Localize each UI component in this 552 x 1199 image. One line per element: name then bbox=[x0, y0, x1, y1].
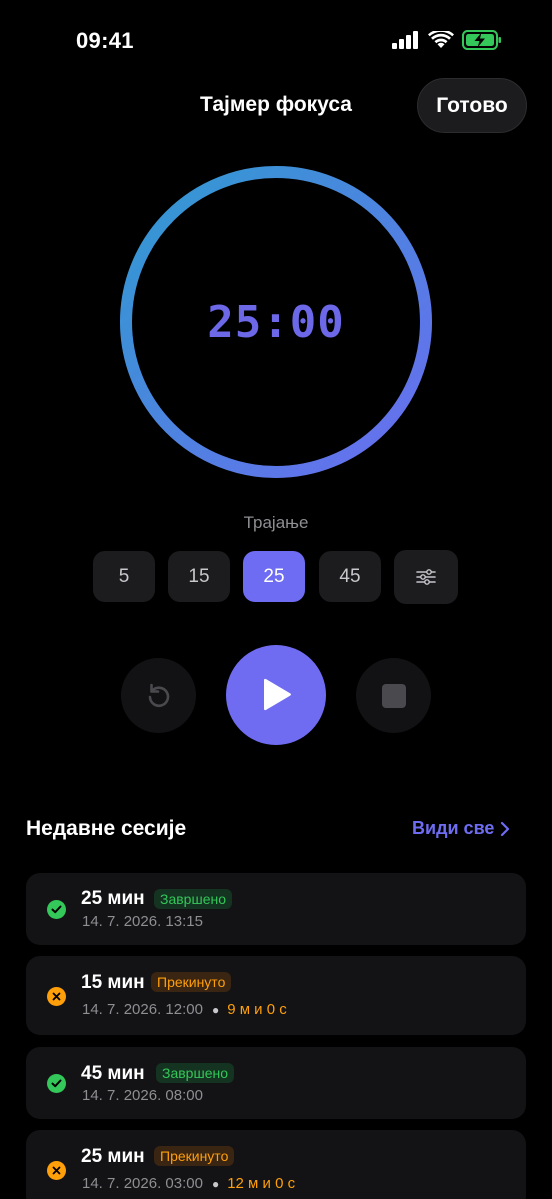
play-button[interactable] bbox=[226, 645, 326, 745]
session-duration: 25 мин bbox=[81, 1146, 145, 1167]
stop-button[interactable] bbox=[356, 658, 431, 733]
session-elapsed: 12 м и 0 с bbox=[227, 1175, 296, 1192]
session-date: 14. 7. 2026. 08:00 bbox=[82, 1087, 203, 1104]
session-duration: 15 мин bbox=[81, 972, 145, 993]
session-meta: 14. 7. 2026. 08:00 bbox=[82, 1087, 203, 1104]
sliders-icon bbox=[416, 569, 436, 585]
play-icon bbox=[264, 678, 291, 711]
status-time: 09:41 bbox=[76, 28, 134, 53]
preset-5[interactable]: 5 bbox=[93, 551, 155, 602]
session-card[interactable]: 25 мин Завршено 14. 7. 2026. 13:15 bbox=[26, 873, 526, 945]
wifi-icon bbox=[428, 30, 454, 48]
close-icon bbox=[47, 1161, 66, 1180]
status-badge: Прекинуто bbox=[151, 972, 232, 992]
recent-sessions-title: Недавне сесије bbox=[26, 817, 187, 840]
check-icon bbox=[47, 1074, 66, 1093]
session-date: 14. 7. 2026. 03:00 bbox=[82, 1175, 203, 1192]
session-date: 14. 7. 2026. 12:00 bbox=[82, 1001, 203, 1018]
session-meta: 14. 7. 2026. 12:00 ● 9 м и 0 с bbox=[82, 1001, 287, 1018]
see-all-label: Види све bbox=[412, 818, 495, 838]
status-icons bbox=[392, 30, 502, 50]
reset-button[interactable] bbox=[121, 658, 196, 733]
done-button[interactable]: Готово bbox=[417, 78, 527, 133]
signal-icon bbox=[392, 31, 418, 49]
status-badge: Завршено bbox=[156, 1063, 235, 1083]
duration-label: Трајање bbox=[243, 513, 309, 532]
session-card[interactable]: 45 мин Завршено 14. 7. 2026. 08:00 bbox=[26, 1047, 526, 1119]
session-meta: 14. 7. 2026. 03:00 ● 12 м и 0 с bbox=[82, 1175, 295, 1192]
stop-icon bbox=[381, 683, 406, 708]
close-icon bbox=[47, 987, 66, 1006]
session-duration: 25 мин bbox=[81, 888, 145, 909]
see-all-link[interactable]: Види све bbox=[412, 818, 510, 839]
session-duration: 45 мин bbox=[81, 1063, 145, 1084]
status-bar: 09:41 bbox=[0, 0, 552, 80]
check-icon bbox=[47, 900, 66, 919]
session-meta: 14. 7. 2026. 13:15 bbox=[82, 913, 203, 930]
preset-45[interactable]: 45 bbox=[319, 551, 381, 602]
meta-separator: ● bbox=[211, 1176, 220, 1191]
session-card[interactable]: 25 мин Прекинуто 14. 7. 2026. 03:00 ● 12… bbox=[26, 1130, 526, 1199]
timer-display: 25:00 bbox=[207, 296, 345, 348]
preset-15[interactable]: 15 bbox=[168, 551, 230, 602]
session-card[interactable]: 15 мин Прекинуто 14. 7. 2026. 12:00 ● 9 … bbox=[26, 956, 526, 1035]
status-badge: Прекинуто bbox=[154, 1146, 235, 1166]
chevron-right-icon bbox=[501, 821, 510, 836]
reset-icon bbox=[148, 683, 169, 707]
session-elapsed: 9 м и 0 с bbox=[227, 1001, 287, 1018]
meta-separator: ● bbox=[211, 1002, 220, 1017]
battery-charging-icon bbox=[462, 30, 501, 50]
session-date: 14. 7. 2026. 13:15 bbox=[82, 913, 203, 930]
preset-25[interactable]: 25 bbox=[243, 551, 305, 602]
status-badge: Завршено bbox=[154, 889, 233, 909]
custom-duration-button[interactable] bbox=[394, 550, 458, 604]
